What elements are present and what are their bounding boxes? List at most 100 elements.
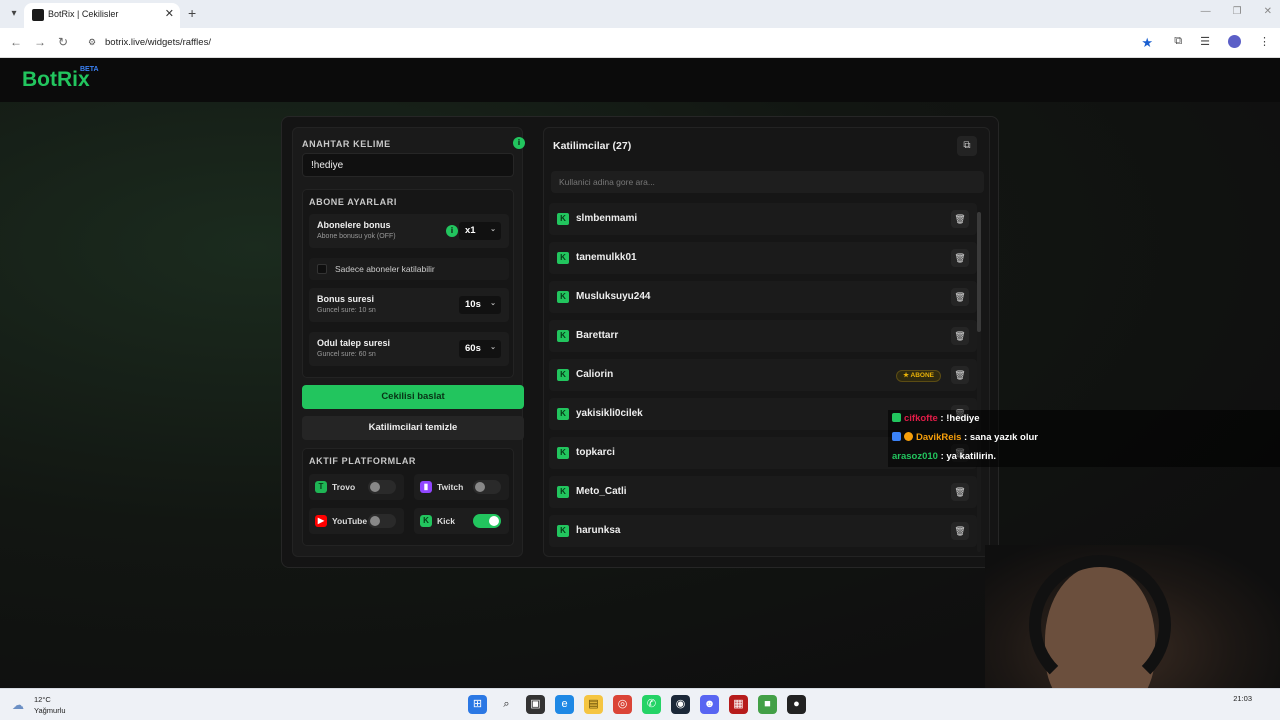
participant-search-input[interactable] — [551, 171, 984, 193]
extensions-icon[interactable]: ⧉ — [1174, 35, 1182, 48]
claim-time-title: Odul talep suresi — [317, 338, 391, 348]
bonus-time-title: Bonus suresi — [317, 294, 375, 304]
chevron-down-icon: ⌄ — [490, 226, 496, 233]
twitch-toggle[interactable] — [473, 480, 501, 494]
participant-scrollbar[interactable] — [977, 212, 981, 552]
raffle-widget-card: ANAHTAR KELIME i ABONE AYARLARI Aboneler… — [281, 116, 999, 568]
site-info-icon[interactable]: ⚙ — [88, 37, 96, 48]
subscriber-bonus-subtitle: Abone bonusu yok (OFF) — [317, 233, 396, 240]
kick-toggle[interactable] — [473, 514, 501, 528]
chat-username: DavikReis — [916, 432, 962, 443]
reload-icon[interactable]: ↻ — [58, 35, 68, 49]
copy-icon[interactable]: ⧉ — [957, 136, 977, 156]
close-tab-icon[interactable]: ✕ — [165, 7, 174, 20]
youtube-toggle[interactable] — [368, 514, 396, 528]
participant-name: harunksa — [576, 525, 621, 536]
bonus-info-icon[interactable]: i — [446, 225, 458, 237]
obs-icon[interactable]: ● — [787, 695, 806, 714]
minimize-icon[interactable]: — — [1201, 6, 1211, 17]
start-raffle-button[interactable]: Cekilisi baslat — [302, 385, 524, 409]
platform-trovo: T Trovo — [309, 474, 404, 500]
kick-icon: K — [557, 525, 569, 537]
profile-avatar[interactable] — [1228, 35, 1241, 48]
only-subscribers-checkbox[interactable] — [317, 264, 327, 274]
app-icon[interactable]: ▦ — [729, 695, 748, 714]
bonus-time-value: 10s — [465, 299, 481, 310]
chat-text: : ya katilirin. — [937, 451, 997, 462]
url-text[interactable]: botrix.live/widgets/raffles/ — [105, 37, 211, 48]
participant-row: K Caliorin ★ ABONE 🗑 — [549, 359, 977, 391]
kick-icon: K — [557, 330, 569, 342]
minecraft-icon[interactable]: ■ — [758, 695, 777, 714]
clear-participants-button[interactable]: Katilimcilari temizle — [302, 416, 524, 440]
participants-title: Katilimcilar (27) — [553, 140, 632, 152]
trash-icon[interactable]: 🗑 — [951, 249, 969, 267]
platform-name: Twitch — [437, 482, 464, 492]
bookmark-star-icon[interactable]: ★ — [1141, 35, 1153, 51]
claim-time-select[interactable]: 60s ⌄ — [459, 340, 501, 358]
url-bar[interactable]: ⚙ botrix.live/widgets/raffles/ ★ — [80, 32, 1165, 54]
browser-toolbar-icons: ⧉ ☰ ⋮ — [1174, 35, 1270, 48]
trash-icon[interactable]: 🗑 — [951, 327, 969, 345]
chrome-icon[interactable]: ◎ — [613, 695, 632, 714]
kick-icon: K — [557, 408, 569, 420]
trash-icon[interactable]: 🗑 — [951, 522, 969, 540]
whatsapp-icon[interactable]: ✆ — [642, 695, 661, 714]
participants-panel: Katilimcilar (27) ⧉ K slmbenmami 🗑 K tan… — [543, 127, 990, 557]
participant-row: K harunksa 🗑 — [549, 515, 977, 547]
bonus-time-select[interactable]: 10s ⌄ — [459, 296, 501, 314]
new-tab-icon[interactable]: + — [188, 5, 196, 21]
claim-time-value: 60s — [465, 343, 481, 354]
kick-icon: K — [557, 486, 569, 498]
chat-message: cifkofte : !hediye — [888, 410, 1280, 429]
kick-icon: K — [557, 213, 569, 225]
bonus-multiplier-select[interactable]: x1 ⌄ — [459, 222, 501, 240]
platform-kick: K Kick — [414, 508, 509, 534]
chat-overlay: cifkofte : !hediye DavikReis : sana yazı… — [888, 410, 1280, 467]
task-view-icon[interactable]: ▣ — [526, 695, 545, 714]
participant-name: topkarci — [576, 447, 615, 458]
trash-icon[interactable]: 🗑 — [951, 210, 969, 228]
close-window-icon[interactable]: ✕ — [1264, 6, 1272, 17]
browser-tab[interactable]: BotRix | Cekilisler ✕ — [24, 3, 180, 28]
chat-username: arasoz010 — [892, 451, 938, 462]
restore-icon[interactable]: ❐ — [1233, 6, 1242, 17]
toggle-knob — [475, 482, 485, 492]
sub-badge-icon — [904, 432, 913, 441]
toggle-knob — [489, 516, 499, 526]
subscriber-settings-box: ABONE AYARLARI Abonelere bonus Abone bon… — [302, 189, 514, 378]
bonus-multiplier-value: x1 — [465, 225, 476, 236]
chat-text: : sana yazık olur — [961, 432, 1038, 443]
scroll-thumb[interactable] — [977, 212, 981, 332]
toggle-knob — [370, 516, 380, 526]
keyword-input[interactable] — [302, 153, 514, 177]
steam-icon[interactable]: ◉ — [671, 695, 690, 714]
system-clock[interactable]: 21:03 — [1233, 694, 1252, 703]
trash-icon[interactable]: 🗑 — [951, 483, 969, 501]
trash-icon[interactable]: 🗑 — [951, 366, 969, 384]
platform-youtube: ▶ YouTube — [309, 508, 404, 534]
participant-row: K tanemulkk01 🗑 — [549, 242, 977, 274]
app-header: BotRix BETA — [0, 58, 1280, 102]
back-icon[interactable]: ← — [10, 35, 22, 49]
badge-icon — [892, 432, 901, 441]
start-icon[interactable]: ⊞ — [468, 695, 487, 714]
weather-condition: Yağmurlu — [34, 706, 66, 715]
chat-text: : !hediye — [937, 413, 980, 424]
participant-row: K Musluksuyu244 🗑 — [549, 281, 977, 313]
reading-list-icon[interactable]: ☰ — [1200, 35, 1210, 48]
edge-icon[interactable]: e — [555, 695, 574, 714]
trash-icon[interactable]: 🗑 — [951, 288, 969, 306]
search-icon[interactable]: ⌕ — [497, 695, 516, 714]
kick-icon: K — [557, 369, 569, 381]
only-subscribers-row[interactable]: Sadece aboneler katilabilir — [309, 258, 509, 280]
file-explorer-icon[interactable]: ▤ — [584, 695, 603, 714]
trovo-toggle[interactable] — [368, 480, 396, 494]
tab-search-icon[interactable]: ▾ — [6, 6, 22, 22]
forward-icon[interactable]: → — [34, 35, 46, 49]
menu-kebab-icon[interactable]: ⋮ — [1259, 35, 1270, 48]
subscriber-bonus-setting: Abonelere bonus Abone bonusu yok (OFF) i… — [309, 214, 509, 248]
chat-message: DavikReis : sana yazık olur — [888, 429, 1280, 448]
discord-icon[interactable]: ☻ — [700, 695, 719, 714]
keyword-info-icon[interactable]: i — [513, 137, 525, 149]
